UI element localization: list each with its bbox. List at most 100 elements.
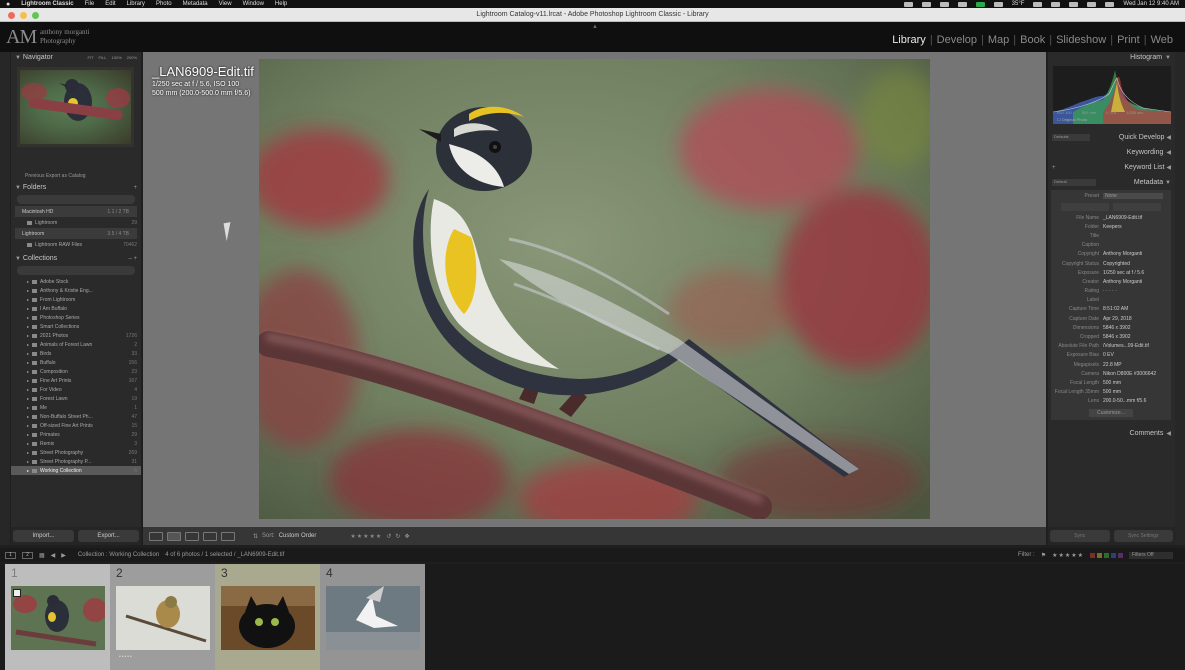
menu-help[interactable]: Help xyxy=(275,1,287,7)
disclosure-icon[interactable]: ▸ xyxy=(27,351,29,356)
collection-item[interactable]: ▸ Me 1 xyxy=(11,403,141,412)
customize-button[interactable]: Customize... xyxy=(1089,408,1133,417)
add-folder-icon[interactable]: + xyxy=(133,185,137,191)
navigator-preview[interactable] xyxy=(17,67,134,147)
metadata-value[interactable]: 500 mm xyxy=(1103,380,1171,386)
filmstrip-thumb[interactable]: 2 ••••• xyxy=(110,564,215,670)
painter-icon[interactable]: ❖ xyxy=(404,533,409,540)
survey-view-button[interactable] xyxy=(203,531,217,541)
metadata-value[interactable]: 22.8 MP xyxy=(1103,362,1171,368)
metadata-value[interactable]: 200.0-50...mm f/5.6 xyxy=(1103,398,1171,404)
collection-item[interactable]: ▸ For Video 4 xyxy=(11,385,141,394)
metadata-preset-select[interactable]: Default xyxy=(1052,179,1096,186)
collection-item[interactable]: ▸ Primates 29 xyxy=(11,430,141,439)
metadata-value[interactable]: Apr 29, 2018 xyxy=(1103,316,1171,322)
histogram[interactable]: ISO 100 500 mm f / 5.6 1/250 sec ☐ Origi… xyxy=(1053,66,1171,124)
collection-item[interactable]: ▸ Birds 33 xyxy=(11,349,141,358)
metadata-value[interactable]: _LAN6909-Edit.tif xyxy=(1103,215,1171,221)
status-icon[interactable] xyxy=(1033,1,1043,7)
module-slideshow[interactable]: Slideshow xyxy=(1056,34,1106,46)
original-photo-checkbox[interactable]: ☐ Original Photo xyxy=(1057,117,1087,122)
back-icon[interactable]: ◀ xyxy=(51,552,56,559)
clock[interactable]: Wed Jan 12 9:40 AM xyxy=(1123,1,1179,7)
collections-header[interactable]: ▼ Collections – + xyxy=(11,253,141,264)
zoom-fit[interactable]: FIT xyxy=(88,55,94,60)
metadata-value[interactable]: Keepers xyxy=(1103,224,1171,230)
menu-file[interactable]: File xyxy=(85,1,95,7)
export-button[interactable]: Export... xyxy=(78,530,139,542)
rotate-left-icon[interactable]: ↺ xyxy=(386,533,391,540)
disclosure-icon[interactable]: ▸ xyxy=(27,288,29,293)
disclosure-icon[interactable]: ▸ xyxy=(27,324,29,329)
status-icon[interactable] xyxy=(993,1,1003,7)
zoom-window-button[interactable] xyxy=(32,12,39,19)
folders-header[interactable]: ▼ Folders + xyxy=(11,182,141,193)
compare-view-button[interactable] xyxy=(185,531,199,541)
collection-item[interactable]: ▸ From Lightroom xyxy=(11,295,141,304)
keywording-header[interactable]: Keywording ◀ xyxy=(1048,147,1175,158)
disclosure-icon[interactable]: ▸ xyxy=(27,423,29,428)
collection-item[interactable]: ▸ 2021 Photos 1726 xyxy=(11,331,141,340)
apple-menu-icon[interactable]: ● xyxy=(6,1,10,8)
zoom-fill[interactable]: FILL xyxy=(99,55,107,60)
quick-develop-preset[interactable]: Defaults xyxy=(1052,134,1090,141)
folder-row[interactable]: Lightroom RAW Files 70462 xyxy=(11,240,141,249)
second-window-button[interactable]: 2 xyxy=(22,551,33,559)
sync-settings-button[interactable]: Sync Settings xyxy=(1113,530,1173,542)
previous-export-item[interactable]: Previous Export as Catalog xyxy=(11,171,141,180)
collection-item[interactable]: ▸ Street Photography P... 31 xyxy=(11,457,141,466)
menu-library[interactable]: Library xyxy=(127,1,145,7)
weather-temp[interactable]: 35°F xyxy=(1012,1,1025,7)
module-develop[interactable]: Develop xyxy=(937,34,977,46)
metadata-header[interactable]: Default Metadata ▼ xyxy=(1048,177,1175,188)
metadata-value[interactable]: Nikon D800E #3006642 xyxy=(1103,371,1171,377)
metadata-value[interactable]: /Volumes...09-Edit.tif xyxy=(1103,343,1171,349)
menu-photo[interactable]: Photo xyxy=(156,1,172,7)
menu-metadata[interactable]: Metadata xyxy=(183,1,208,7)
status-icon[interactable] xyxy=(921,1,931,7)
metadata-value[interactable]: 5846 x 3902 xyxy=(1103,334,1171,340)
panel-toggle-top-icon[interactable]: ▲ xyxy=(592,24,598,30)
disclosure-icon[interactable]: ▸ xyxy=(27,378,29,383)
rotate-right-icon[interactable]: ↻ xyxy=(395,533,400,540)
collection-item[interactable]: ▸ Non-Buffalo Street Ph... 47 xyxy=(11,412,141,421)
module-map[interactable]: Map xyxy=(988,34,1009,46)
collection-item[interactable]: ▸ Smart Collections xyxy=(11,322,141,331)
search-icon[interactable] xyxy=(1105,1,1115,7)
disclosure-icon[interactable]: ▸ xyxy=(27,414,29,419)
metadata-value[interactable]: 500 mm xyxy=(1103,389,1171,395)
sort-direction-icon[interactable]: ⇅ xyxy=(253,533,258,540)
collection-item[interactable]: ▸ Forest Lawn 19 xyxy=(11,394,141,403)
rating-filter-stars[interactable]: ★★★★★ xyxy=(1052,552,1084,559)
metadata-value[interactable]: Copyrighted xyxy=(1103,261,1171,267)
menu-window[interactable]: Window xyxy=(243,1,264,7)
status-icon[interactable] xyxy=(903,1,913,7)
folders-search[interactable] xyxy=(17,195,135,204)
color-label-filter[interactable] xyxy=(1090,552,1123,558)
histogram-header[interactable]: Histogram ▼ xyxy=(1048,52,1175,63)
disclosure-icon[interactable]: ▸ xyxy=(27,369,29,374)
collection-item[interactable]: ▸ Anthony & Kristie Eng... xyxy=(11,286,141,295)
keyword-list-header[interactable]: + Keyword List ◀ xyxy=(1048,162,1175,173)
filmstrip-thumb[interactable]: 3 xyxy=(215,564,320,670)
wifi-icon[interactable] xyxy=(1087,1,1097,7)
folder-row[interactable]: Lightroom 29 xyxy=(11,218,141,227)
filmstrip-thumb[interactable]: 4 xyxy=(320,564,425,670)
forward-icon[interactable]: ▶ xyxy=(61,552,66,559)
disclosure-icon[interactable]: ▸ xyxy=(27,468,29,473)
preset-select[interactable]: None xyxy=(1103,192,1163,199)
filter-preset-select[interactable]: Filters Off xyxy=(1129,551,1173,559)
collection-item[interactable]: ▸ Adobe Stock xyxy=(11,277,141,286)
metadata-action-button[interactable] xyxy=(1061,203,1109,211)
metadata-action-button[interactable] xyxy=(1113,203,1161,211)
disclosure-icon[interactable]: ▸ xyxy=(27,441,29,446)
module-print[interactable]: Print xyxy=(1117,34,1140,46)
metadata-value[interactable]: 0 EV xyxy=(1103,352,1171,358)
sort-order-select[interactable]: Custom Order xyxy=(279,533,317,539)
filmstrip-thumb[interactable]: 1 xyxy=(5,564,110,670)
filmstrip-source[interactable]: Collection : Working Collection xyxy=(78,552,159,558)
battery-icon[interactable] xyxy=(1069,1,1079,7)
disclosure-icon[interactable]: ▸ xyxy=(27,405,29,410)
disclosure-icon[interactable]: ▸ xyxy=(27,297,29,302)
main-window-button[interactable]: 1 xyxy=(5,551,16,559)
